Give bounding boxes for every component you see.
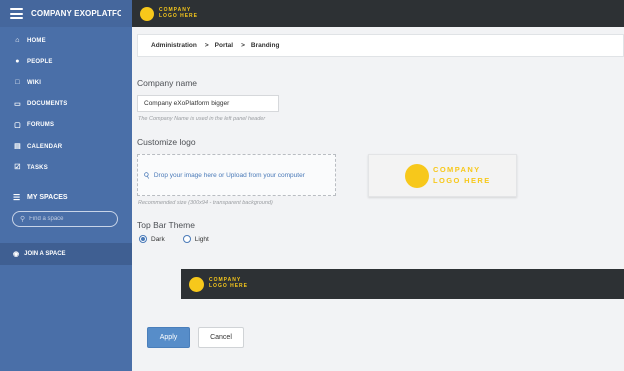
breadcrumb: Administration > Portal > Branding <box>137 34 624 57</box>
sidebar-header: COMPANY EXOPLATFORM BIGGER <box>0 0 132 27</box>
logo-circle <box>140 6 154 21</box>
company-name-hint: The Company Name is used in the left pan… <box>138 116 266 122</box>
space-search-input[interactable] <box>29 216 110 223</box>
sidebar-item-label: HOME <box>27 37 46 44</box>
my-spaces-label: MY SPACES <box>27 193 68 201</box>
logo-preview: COMPANY LOGO HERE <box>368 154 517 197</box>
company-name-label: Company name <box>137 78 198 88</box>
logo-text: COMPANY LOGO HERE <box>209 277 249 290</box>
sidebar-item-forums[interactable]: ▢ FORUMS <box>0 115 132 136</box>
theme-label: Top Bar Theme <box>137 220 195 230</box>
people-icon: ● <box>15 58 20 66</box>
logo-dropzone[interactable]: ⚲ Drop your image here or Upload from yo… <box>137 154 336 196</box>
sidebar-item-people[interactable]: ● PEOPLE <box>0 51 132 72</box>
company-name-input[interactable] <box>137 95 279 112</box>
breadcrumb-separator: > <box>204 42 209 49</box>
radio-label: Light <box>194 235 209 243</box>
sidebar-item-documents[interactable]: ▭ DOCUMENTS <box>0 94 132 115</box>
calendar-icon: ▤ <box>14 143 21 151</box>
radio-label: Dark <box>151 235 165 243</box>
company-logo[interactable]: COMPANY LOGO HERE <box>140 6 199 21</box>
cancel-button[interactable]: Cancel <box>198 327 244 348</box>
space-search: ⚲ <box>12 211 118 228</box>
logo-size-hint: Recommended size (300x94 - transparent b… <box>138 200 273 206</box>
logo-text: COMPANY LOGO HERE <box>159 7 199 20</box>
search-icon: ⚲ <box>20 216 26 224</box>
topbar-preview: COMPANY LOGO HERE <box>181 269 624 299</box>
main-navigation: ⌂ HOME ● PEOPLE □ WIKI ▭ DOCUMENTS ▢ FOR… <box>0 27 132 178</box>
sidebar-item-label: FORUMS <box>27 122 55 129</box>
theme-radio-dark[interactable]: Dark <box>139 235 165 243</box>
logo-circle <box>189 276 204 292</box>
theme-radio-light[interactable]: Light <box>182 235 209 243</box>
preview-logo: COMPANY LOGO HERE <box>405 163 491 188</box>
paperclip-icon: ⚲ <box>142 169 152 181</box>
sidebar-item-label: PEOPLE <box>27 58 53 65</box>
sidebar-item-calendar[interactable]: ▤ CALENDAR <box>0 136 132 157</box>
radio-button[interactable] <box>182 235 191 243</box>
sidebar-item-wiki[interactable]: □ WIKI <box>0 72 132 93</box>
breadcrumb-administration[interactable]: Administration <box>151 42 197 49</box>
radio-button-selected[interactable] <box>139 235 147 243</box>
logo-line-2: LOGO HERE <box>433 175 491 185</box>
sidebar: COMPANY EXOPLATFORM BIGGER ⌂ HOME ● PEOP… <box>0 0 132 371</box>
group-icon: ◉ <box>13 251 20 258</box>
top-bar: COMPANY LOGO HERE <box>132 0 624 27</box>
logo-text: COMPANY LOGO HERE <box>433 165 491 186</box>
sidebar-item-tasks[interactable]: ☑ TASKS <box>0 157 132 178</box>
folder-icon: ▭ <box>14 100 21 108</box>
logo-line-2: LOGO HERE <box>209 283 249 289</box>
join-space-button[interactable]: ◉ JOIN A SPACE <box>0 243 132 265</box>
company-title: COMPANY EXOPLATFORM BIGGER <box>31 9 121 18</box>
sidebar-item-label: TASKS <box>27 164 48 171</box>
home-icon: ⌂ <box>15 37 20 45</box>
forums-icon: ▢ <box>14 121 21 129</box>
breadcrumb-portal[interactable]: Portal <box>215 42 233 49</box>
my-spaces-heading[interactable]: ☰ MY SPACES <box>0 190 132 204</box>
join-space-label: JOIN A SPACE <box>24 251 66 257</box>
tasks-icon: ☑ <box>14 164 21 172</box>
logo-line-2: LOGO HERE <box>159 12 199 19</box>
logo-circle <box>405 163 429 188</box>
layers-icon: ☰ <box>13 192 21 202</box>
hamburger-menu-icon[interactable] <box>10 8 23 19</box>
breadcrumb-separator: > <box>241 42 245 49</box>
apply-button[interactable]: Apply <box>147 327 190 348</box>
dropzone-text: Drop your image here or Upload from your… <box>153 171 305 179</box>
breadcrumb-branding[interactable]: Branding <box>251 42 280 49</box>
sidebar-item-label: CALENDAR <box>27 143 63 150</box>
sidebar-item-home[interactable]: ⌂ HOME <box>0 30 132 51</box>
customize-logo-label: Customize logo <box>137 137 196 147</box>
preview-bar-logo: COMPANY LOGO HERE <box>189 276 249 292</box>
logo-line-1: COMPANY <box>433 165 481 174</box>
theme-radio-group: Dark Light <box>139 235 227 243</box>
sidebar-item-label: DOCUMENTS <box>27 101 68 108</box>
wiki-icon: □ <box>15 79 20 87</box>
sidebar-item-label: WIKI <box>27 79 42 86</box>
